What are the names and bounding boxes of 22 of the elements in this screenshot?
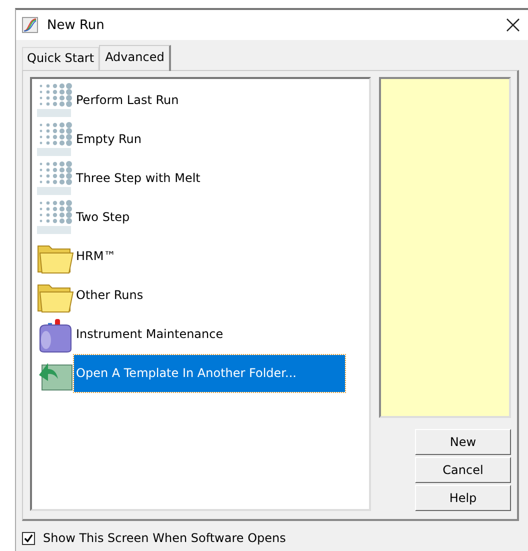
checkbox[interactable] <box>22 532 35 544</box>
template-item[interactable]: Instrument Maintenance <box>74 316 226 353</box>
template-item[interactable]: HRM™ <box>74 238 118 275</box>
checkbox-label[interactable]: Show This Screen When Software Opens <box>43 531 286 545</box>
close-icon[interactable] <box>506 18 520 32</box>
dot-grid-logo-icon <box>36 160 74 198</box>
template-item[interactable]: Two Step <box>74 199 132 236</box>
dot-grid-logo-icon <box>36 82 74 120</box>
dialog-button[interactable]: New <box>415 429 511 455</box>
template-item[interactable]: Other Runs <box>74 277 146 314</box>
window-title: New Run <box>47 18 106 32</box>
template-item[interactable]: Open A Template In Another Folder... <box>74 355 345 392</box>
template-item[interactable]: Perform Last Run <box>74 82 181 119</box>
tab[interactable]: Quick Start <box>22 47 100 70</box>
tab[interactable]: Advanced <box>99 45 172 71</box>
template-item[interactable]: Three Step with Melt <box>74 160 202 197</box>
dot-grid-logo-icon <box>36 198 74 236</box>
dialog-button[interactable]: Help <box>415 485 511 511</box>
dialog-button[interactable]: Cancel <box>415 457 511 483</box>
dot-grid-logo-icon <box>36 120 74 158</box>
curve-chart-icon <box>22 17 38 33</box>
template-item[interactable]: Empty Run <box>74 121 144 158</box>
